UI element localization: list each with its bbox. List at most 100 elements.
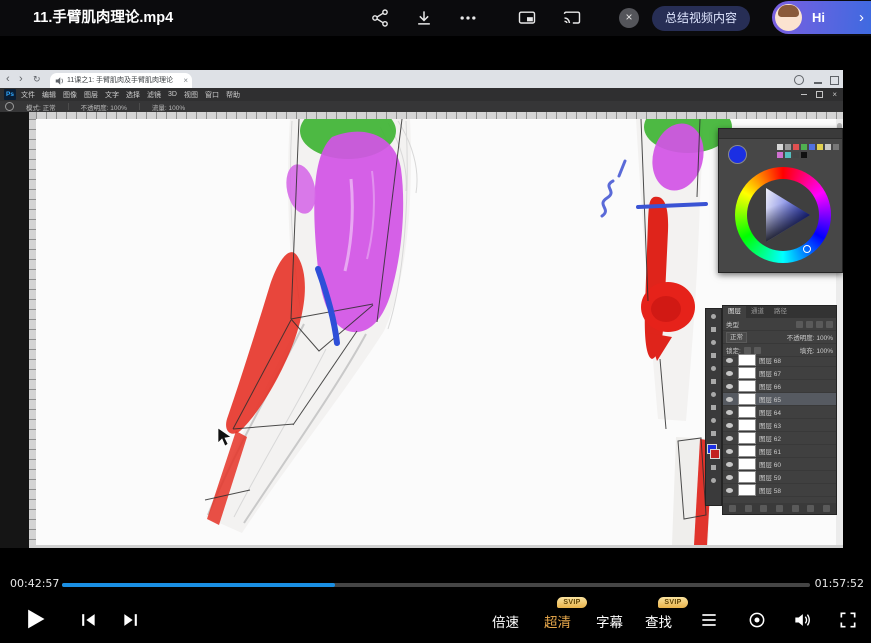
- chevron-right-icon: ›: [859, 1, 864, 34]
- svip-badge: SVIP: [658, 597, 688, 608]
- color-panel-header: [719, 129, 842, 139]
- quality-button[interactable]: 超清: [544, 611, 571, 631]
- menu-type: 文字: [105, 90, 119, 100]
- more-icon[interactable]: [458, 8, 478, 28]
- tab-paths: 路径: [769, 306, 792, 318]
- layer-row: 图层 68: [723, 354, 836, 367]
- menu-layer: 图层: [84, 90, 98, 100]
- layer-thumbnail: [738, 419, 756, 431]
- greeting-text: Hi: [812, 1, 825, 34]
- layer-row: 图层 66: [723, 380, 836, 393]
- playlist-icon[interactable]: [699, 609, 719, 631]
- eye-icon: [725, 445, 735, 458]
- tool-icon: [709, 403, 718, 412]
- photoshop-options-bar: 模式: 正常 不透明度: 100% 流量: 100%: [0, 101, 843, 112]
- new-group-icon: [792, 505, 799, 512]
- browser-minimize-icon: [814, 82, 822, 84]
- tool-icon: [709, 377, 718, 386]
- vertical-ruler: [29, 119, 36, 545]
- browser-profile-icon: [794, 75, 804, 85]
- tool-icon: [709, 325, 718, 334]
- layer-row: 图层 62: [723, 432, 836, 445]
- share-icon[interactable]: [370, 8, 390, 28]
- summarize-video-button[interactable]: 总结视频内容: [652, 6, 750, 31]
- photoshop-menus: 文件 编辑 图像 图层 文字 选择 滤镜 3D 视图 窗口 帮助: [21, 88, 240, 101]
- tab-layers: 图层: [723, 306, 746, 318]
- progress-bar[interactable]: [62, 583, 810, 587]
- ps-restore-icon: [816, 91, 823, 98]
- browser-back-icon: ‹: [6, 70, 10, 88]
- video-player-window: 11.手臂肌肉理论.mp4 × 总结视频内容: [0, 0, 871, 643]
- layers-filter-row: 类型: [723, 318, 836, 331]
- menu-window: 窗口: [205, 90, 219, 100]
- eye-icon: [725, 458, 735, 471]
- layers-list: 图层 68 图层 67 图层 66 图层 65 图层 64 图层 63 图层 6…: [723, 354, 836, 503]
- screencast-icon[interactable]: [747, 609, 767, 631]
- delete-layer-icon: [823, 505, 830, 512]
- layer-row: 图层 58: [723, 484, 836, 497]
- layer-row-selected: 图层 65: [723, 393, 836, 406]
- layer-row: 图层 64: [723, 406, 836, 419]
- filter-mode-icon: [816, 321, 823, 328]
- previous-button[interactable]: [78, 609, 98, 631]
- layer-thumbnail: [738, 458, 756, 470]
- layer-row: 图层 63: [723, 419, 836, 432]
- recorded-browser-bar: ‹ › ↻ 11课之1: 手臂肌肉及手臂肌肉理论 ×: [0, 70, 843, 88]
- menu-3d: 3D: [168, 91, 177, 98]
- video-frame[interactable]: ‹ › ↻ 11课之1: 手臂肌肉及手臂肌肉理论 × Ps 文件 编辑 图像: [0, 70, 843, 548]
- browser-tab: 11课之1: 手臂肌肉及手臂肌肉理论 ×: [50, 73, 192, 88]
- layer-thumbnail: [738, 471, 756, 483]
- layer-mask-icon: [760, 505, 767, 512]
- fullscreen-icon[interactable]: [838, 609, 858, 631]
- picture-in-picture-icon[interactable]: [517, 8, 537, 28]
- close-icon[interactable]: ×: [619, 8, 639, 28]
- find-button[interactable]: 查找: [645, 611, 672, 631]
- layer-thumbnail: [738, 380, 756, 392]
- cast-icon[interactable]: [562, 8, 582, 28]
- foreground-background-colors: [707, 444, 720, 459]
- photoshop-menu-bar: Ps 文件 编辑 图像 图层 文字 选择 滤镜 3D 视图 窗口 帮助 ×: [0, 88, 843, 101]
- photoshop-toolbar: [705, 308, 722, 506]
- photoshop-logo: Ps: [4, 89, 16, 100]
- volume-icon[interactable]: [792, 609, 812, 631]
- tool-icon: [709, 312, 718, 321]
- layer-thumbnail: [738, 406, 756, 418]
- saturation-triangle: [747, 179, 819, 251]
- layer-row: 图层 60: [723, 458, 836, 471]
- filter-kind-icon: [796, 321, 803, 328]
- tool-icon: [709, 476, 718, 485]
- eye-icon: [725, 419, 735, 432]
- eye-icon: [725, 380, 735, 393]
- filter-effect-icon: [806, 321, 813, 328]
- tool-icon: [709, 429, 718, 438]
- menu-image: 图像: [63, 90, 77, 100]
- eye-icon: [725, 367, 735, 380]
- brush-opacity-option: 不透明度: 100%: [81, 102, 127, 112]
- svip-badge: SVIP: [557, 597, 587, 608]
- ps-close-icon: ×: [832, 90, 837, 99]
- horizontal-scrollbar: [29, 545, 843, 548]
- layer-thumbnail: [738, 445, 756, 457]
- layer-row: 图层 59: [723, 471, 836, 484]
- progress-fill: [62, 583, 335, 587]
- tool-icon: [709, 390, 718, 399]
- user-account-pill[interactable]: Hi ›: [772, 1, 871, 34]
- play-button[interactable]: [20, 604, 48, 634]
- next-button[interactable]: [121, 609, 141, 631]
- eye-icon: [725, 432, 735, 445]
- layer-effects-icon: [745, 505, 752, 512]
- subtitle-button[interactable]: 字幕: [596, 611, 623, 631]
- link-layers-icon: [729, 505, 736, 512]
- player-top-bar: 11.手臂肌肉理论.mp4 × 总结视频内容: [0, 0, 871, 36]
- hue-marker: [803, 245, 811, 253]
- color-wheel-panel: [718, 128, 843, 273]
- download-icon[interactable]: [414, 8, 434, 28]
- menu-filter: 滤镜: [147, 90, 161, 100]
- browser-tab-title: 11课之1: 手臂肌肉及手臂肌肉理论: [67, 73, 180, 88]
- browser-forward-icon: ›: [19, 70, 23, 88]
- tab-channels: 通道: [746, 306, 769, 318]
- tool-icon: [709, 351, 718, 360]
- color-swatch-grid: [777, 144, 841, 158]
- horizontal-ruler: [36, 112, 843, 119]
- speed-button[interactable]: 倍速: [492, 611, 519, 631]
